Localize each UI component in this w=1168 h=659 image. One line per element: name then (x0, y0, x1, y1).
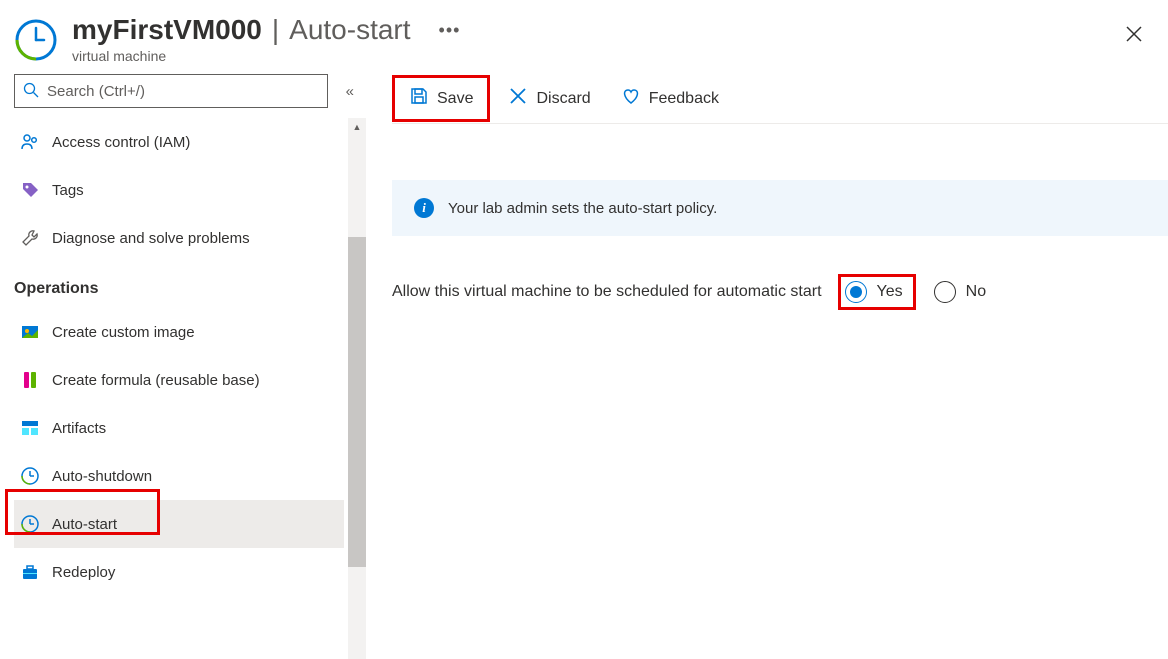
info-banner: i Your lab admin sets the auto-start pol… (392, 180, 1168, 236)
info-icon: i (414, 198, 434, 218)
formula-icon (20, 370, 40, 390)
autostart-setting-row: Allow this virtual machine to be schedul… (392, 274, 1168, 310)
clock-icon (14, 18, 58, 62)
sidebar-item-label: Tags (52, 182, 84, 199)
search-input[interactable] (47, 83, 319, 100)
discard-icon (508, 86, 528, 111)
sidebar-item-label: Redeploy (52, 564, 115, 581)
wrench-icon (20, 228, 40, 248)
sidebar-item-label: Access control (IAM) (52, 134, 190, 151)
clock-start-icon (20, 514, 40, 534)
sidebar-scrollbar[interactable]: ▲ (348, 118, 366, 659)
people-icon (20, 132, 40, 152)
save-label: Save (437, 90, 473, 108)
toolbar: Save Discard Feedback (392, 74, 1168, 124)
search-box[interactable] (14, 74, 328, 108)
info-message: Your lab admin sets the auto-start polic… (448, 200, 717, 217)
highlight-save: Save (392, 75, 490, 122)
save-icon (409, 86, 429, 111)
tag-icon (20, 180, 40, 200)
highlight-yes-option: Yes (838, 274, 916, 310)
feedback-button[interactable]: Feedback (609, 80, 731, 117)
artifacts-icon (20, 418, 40, 438)
radio-circle-unchecked (934, 281, 956, 303)
sidebar-item-label: Create formula (reusable base) (52, 372, 260, 389)
radio-no[interactable]: No (934, 281, 986, 303)
scroll-up-icon[interactable]: ▲ (348, 118, 366, 136)
sidebar-item-label: Diagnose and solve problems (52, 230, 250, 247)
heart-icon (621, 86, 641, 111)
close-button[interactable] (1122, 22, 1146, 51)
sidebar-item-auto-shutdown[interactable]: Auto-shutdown (14, 452, 344, 500)
sidebar-item-create-custom-image[interactable]: Create custom image (14, 308, 344, 356)
sidebar-item-access-control[interactable]: Access control (IAM) (14, 118, 344, 166)
sidebar-item-redeploy[interactable]: Redeploy (14, 548, 344, 596)
feedback-label: Feedback (649, 90, 719, 108)
briefcase-icon (20, 562, 40, 582)
clock-shutdown-icon (20, 466, 40, 486)
section-title: Auto-start (289, 14, 410, 46)
sidebar-item-artifacts[interactable]: Artifacts (14, 404, 344, 452)
more-button[interactable]: ••• (439, 20, 461, 41)
radio-circle-checked (845, 281, 867, 303)
sidebar-item-label: Auto-start (52, 516, 117, 533)
sidebar-item-label: Artifacts (52, 420, 106, 437)
sidebar: « Access control (IAM) Tags (0, 74, 362, 659)
discard-label: Discard (536, 90, 590, 108)
sidebar-item-diagnose[interactable]: Diagnose and solve problems (14, 214, 344, 262)
resource-name: myFirstVM000 (72, 14, 262, 46)
search-icon (23, 82, 39, 101)
sidebar-item-label: Create custom image (52, 324, 195, 341)
sidebar-item-label: Auto-shutdown (52, 468, 152, 485)
sidebar-group-operations: Operations (14, 262, 344, 308)
sidebar-item-auto-start[interactable]: Auto-start (14, 500, 344, 548)
sidebar-item-create-formula[interactable]: Create formula (reusable base) (14, 356, 344, 404)
page-header: myFirstVM000 | Auto-start ••• virtual ma… (0, 0, 1168, 74)
scroll-thumb[interactable] (348, 237, 366, 567)
resource-type: virtual machine (72, 48, 1122, 64)
radio-no-label: No (966, 283, 986, 301)
discard-button[interactable]: Discard (496, 80, 602, 117)
save-button[interactable]: Save (397, 80, 485, 117)
collapse-sidebar-button[interactable]: « (342, 79, 358, 104)
image-icon (20, 322, 40, 342)
radio-yes-label: Yes (877, 283, 903, 301)
main-content: Save Discard Feedback (362, 74, 1168, 659)
sidebar-item-tags[interactable]: Tags (14, 166, 344, 214)
radio-yes[interactable]: Yes (845, 281, 903, 303)
title-separator: | (266, 14, 285, 46)
setting-label: Allow this virtual machine to be schedul… (392, 283, 822, 301)
